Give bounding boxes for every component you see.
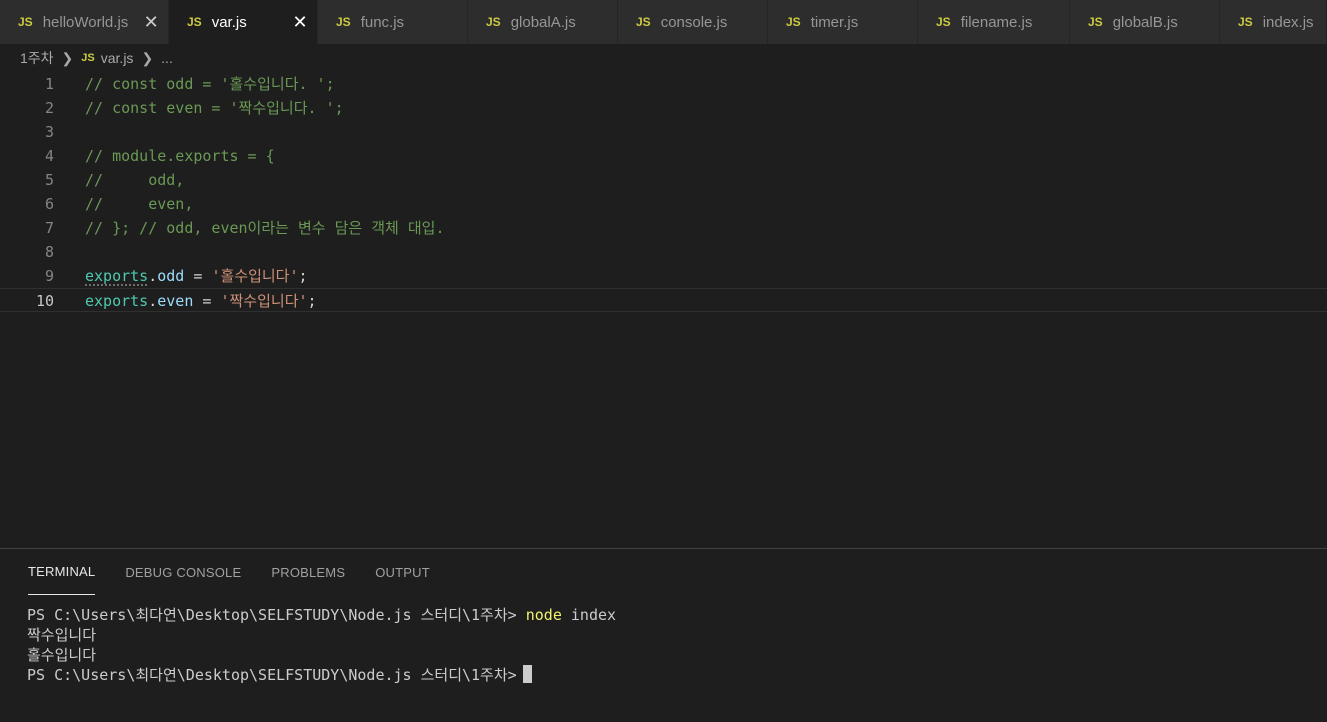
- terminal-prompt: PS C:\Users\최다연\Desktop\SELFSTUDY\Node.j…: [27, 606, 526, 624]
- code-line[interactable]: 3: [0, 120, 1327, 144]
- line-number: 1: [44, 75, 54, 93]
- breadcrumb: 1주차 ❯ JS var.js ❯ ...: [0, 44, 1327, 72]
- tab-globala-js[interactable]: JS globalA.js: [468, 0, 618, 44]
- tab-globalb-js[interactable]: JS globalB.js: [1070, 0, 1220, 44]
- tab-label: globalA.js: [510, 13, 576, 31]
- js-file-icon: JS: [486, 15, 501, 29]
- code-line[interactable]: 1 // const odd = '홀수입니다. ';: [0, 72, 1327, 96]
- code-line[interactable]: 5 // odd,: [0, 168, 1327, 192]
- terminal-output: 짝수입니다: [27, 626, 97, 644]
- close-icon[interactable]: ✕: [291, 12, 309, 32]
- line-number: 5: [44, 171, 54, 189]
- tab-label: filename.js: [960, 13, 1033, 31]
- code-token-operator: =: [184, 267, 212, 285]
- code-text[interactable]: // even,: [54, 192, 193, 216]
- code-token-property: odd: [157, 267, 185, 285]
- breadcrumb-file[interactable]: var.js: [101, 50, 134, 66]
- code-token-object: exports: [85, 292, 149, 310]
- code-text[interactable]: exports.even = '짝수입니다';: [54, 289, 317, 311]
- tab-timer-js[interactable]: JS timer.js: [768, 0, 918, 44]
- js-file-icon: JS: [336, 15, 351, 29]
- tab-problems[interactable]: PROBLEMS: [271, 549, 345, 595]
- tab-label: index.js: [1262, 13, 1314, 31]
- terminal-cursor: [522, 665, 532, 683]
- js-file-icon: JS: [187, 15, 202, 29]
- tab-func-js[interactable]: JS func.js: [318, 0, 468, 44]
- line-number: 8: [44, 243, 54, 261]
- js-file-icon: JS: [81, 52, 95, 64]
- code-token-dot: .: [148, 267, 158, 285]
- tab-output[interactable]: OUTPUT: [375, 549, 430, 595]
- chevron-right-icon: ❯: [61, 49, 74, 66]
- code-text[interactable]: exports.odd = '홀수입니다';: [54, 264, 308, 288]
- code-text[interactable]: // const even = '짝수입니다. ';: [54, 96, 344, 120]
- code-editor[interactable]: 1 // const odd = '홀수입니다. '; 2 // const e…: [0, 72, 1327, 548]
- js-file-icon: JS: [1238, 15, 1253, 29]
- terminal[interactable]: PS C:\Users\최다연\Desktop\SELFSTUDY\Node.j…: [0, 595, 1327, 685]
- code-line[interactable]: 7 // }; // odd, even이라는 변수 담은 객체 대입.: [0, 216, 1327, 240]
- code-text[interactable]: // odd,: [54, 168, 184, 192]
- line-number: 4: [44, 147, 54, 165]
- tab-label: helloWorld.js: [42, 13, 129, 31]
- bottom-panel: TERMINAL DEBUG CONSOLE PROBLEMS OUTPUT P…: [0, 548, 1327, 722]
- code-token-semicolon: ;: [307, 292, 317, 310]
- code-text[interactable]: // module.exports = {: [54, 144, 275, 168]
- code-token-semicolon: ;: [298, 267, 308, 285]
- breadcrumb-more[interactable]: ...: [161, 50, 173, 66]
- code-token-string: '짝수입니다': [220, 292, 308, 310]
- terminal-prompt: PS C:\Users\최다연\Desktop\SELFSTUDY\Node.j…: [27, 666, 517, 684]
- terminal-line: PS C:\Users\최다연\Desktop\SELFSTUDY\Node.j…: [27, 605, 1327, 625]
- tab-label: console.js: [660, 13, 728, 31]
- code-token-property: even: [157, 292, 194, 310]
- tab-label: timer.js: [810, 13, 859, 31]
- js-file-icon: JS: [18, 15, 33, 29]
- js-file-icon: JS: [636, 15, 651, 29]
- line-number: 3: [44, 123, 54, 141]
- line-number: 9: [44, 267, 54, 285]
- code-token-object: exports: [85, 267, 149, 285]
- tab-label: func.js: [360, 13, 405, 31]
- code-token-operator: =: [193, 292, 221, 310]
- line-number: 7: [44, 219, 54, 237]
- tab-console-js[interactable]: JS console.js: [618, 0, 768, 44]
- line-number: 2: [44, 99, 54, 117]
- code-line[interactable]: 8: [0, 240, 1327, 264]
- tab-terminal[interactable]: TERMINAL: [28, 549, 96, 595]
- code-text[interactable]: [54, 240, 85, 264]
- code-line[interactable]: 6 // even,: [0, 192, 1327, 216]
- code-text[interactable]: [54, 120, 85, 144]
- js-file-icon: JS: [1088, 15, 1103, 29]
- code-line[interactable]: 4 // module.exports = {: [0, 144, 1327, 168]
- code-line[interactable]: 2 // const even = '짝수입니다. ';: [0, 96, 1327, 120]
- tab-index-js[interactable]: JS index.js: [1220, 0, 1327, 44]
- panel-tab-bar: TERMINAL DEBUG CONSOLE PROBLEMS OUTPUT: [0, 549, 1327, 595]
- js-file-icon: JS: [786, 15, 801, 29]
- tab-helloworld-js[interactable]: JS helloWorld.js ✕: [0, 0, 169, 44]
- chevron-right-icon: ❯: [141, 49, 154, 66]
- code-text[interactable]: // }; // odd, even이라는 변수 담은 객체 대입.: [54, 216, 445, 240]
- terminal-line[interactable]: PS C:\Users\최다연\Desktop\SELFSTUDY\Node.j…: [27, 665, 1327, 685]
- code-line[interactable]: 9 exports.odd = '홀수입니다';: [0, 264, 1327, 288]
- tab-debug-console[interactable]: DEBUG CONSOLE: [125, 549, 241, 595]
- tab-label: var.js: [211, 13, 247, 31]
- code-line-current[interactable]: 10 exports.even = '짝수입니다';: [0, 288, 1327, 312]
- code-token-dot: .: [148, 292, 158, 310]
- terminal-output: 홀수입니다: [27, 646, 97, 664]
- terminal-args: index: [561, 606, 617, 624]
- line-number: 10: [35, 292, 54, 310]
- breadcrumb-folder[interactable]: 1주차: [20, 48, 54, 68]
- code-text[interactable]: // const odd = '홀수입니다. ';: [54, 72, 335, 96]
- line-number: 6: [44, 195, 54, 213]
- editor-tab-bar: JS helloWorld.js ✕ JS var.js ✕ JS func.j…: [0, 0, 1327, 44]
- terminal-command: node: [525, 606, 562, 624]
- code-token-string: '홀수입니다': [211, 267, 299, 285]
- tab-filename-js[interactable]: JS filename.js: [918, 0, 1070, 44]
- tab-label: globalB.js: [1112, 13, 1178, 31]
- tab-var-js[interactable]: JS var.js ✕: [169, 0, 318, 44]
- close-icon[interactable]: ✕: [142, 12, 160, 32]
- js-file-icon: JS: [936, 15, 951, 29]
